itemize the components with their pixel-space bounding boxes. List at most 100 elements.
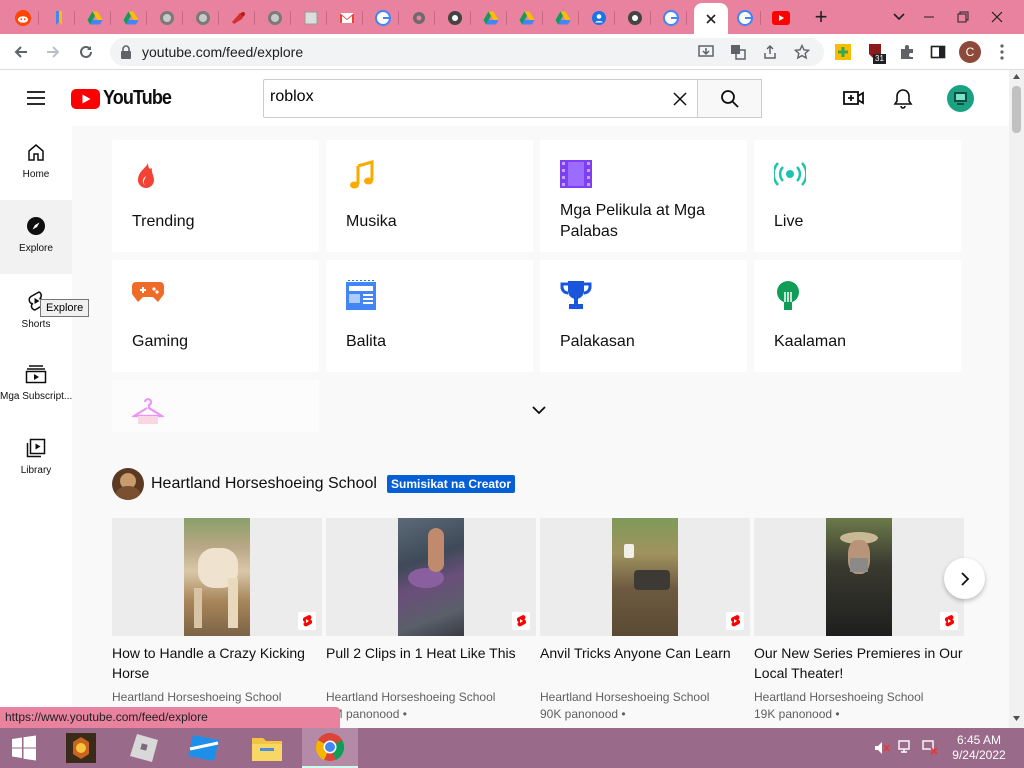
tab-search-button[interactable]: [882, 0, 916, 34]
category-music[interactable]: Musika: [326, 140, 533, 252]
notifications-bell-icon[interactable]: [893, 88, 913, 110]
category-sports[interactable]: Palakasan: [540, 260, 747, 372]
reload-button[interactable]: [72, 38, 100, 66]
new-tab-button[interactable]: +: [804, 0, 838, 34]
volume-muted-icon[interactable]: [874, 741, 890, 755]
video-title[interactable]: How to Handle a Crazy Kicking Horse: [112, 643, 322, 683]
video-card[interactable]: Pull 2 Clips in 1 Heat Like This Heartla…: [326, 518, 536, 721]
youtube-logo[interactable]: YouTube: [71, 87, 179, 110]
system-clock[interactable]: 6:45 AM 9/24/2022: [944, 733, 1014, 763]
close-icon[interactable]: [705, 13, 717, 25]
tab-globe-1[interactable]: [150, 4, 183, 32]
back-button[interactable]: [7, 38, 35, 66]
video-card[interactable]: Anvil Tricks Anyone Can Learn Heartland …: [540, 518, 750, 721]
scrollbar-thumb[interactable]: [1012, 86, 1021, 133]
tab-page[interactable]: [294, 4, 327, 32]
tab-drive-1[interactable]: [78, 4, 111, 32]
minimize-button[interactable]: [912, 0, 946, 34]
side-panel-button[interactable]: [924, 38, 952, 66]
rail-item-explore[interactable]: Explore: [0, 200, 72, 274]
tab-drive-3[interactable]: [474, 4, 507, 32]
tab-drive-4[interactable]: [510, 4, 543, 32]
category-gaming[interactable]: Gaming: [112, 260, 319, 372]
category-fashion[interactable]: [112, 380, 319, 432]
video-channel[interactable]: Heartland Horseshoeing School: [326, 690, 536, 704]
tab-active-close[interactable]: [694, 3, 728, 34]
taskbar-roblox[interactable]: [120, 728, 168, 768]
video-thumbnail[interactable]: [326, 518, 536, 636]
carousel-next-button[interactable]: [944, 558, 985, 599]
search-button[interactable]: [697, 79, 762, 118]
taskbar-roblox-studio[interactable]: [180, 728, 228, 768]
scroll-down-icon[interactable]: [1013, 716, 1020, 721]
translate-icon[interactable]: [730, 44, 746, 60]
start-button[interactable]: [0, 728, 48, 768]
extension-2[interactable]: 31: [861, 38, 889, 66]
tab-settings[interactable]: [402, 4, 435, 32]
search-box[interactable]: [263, 79, 697, 118]
scroll-up-icon[interactable]: [1013, 74, 1020, 79]
page-scrollbar[interactable]: [1009, 70, 1024, 728]
tab-globe-2[interactable]: [186, 4, 219, 32]
tab-chrome-1[interactable]: [438, 4, 471, 32]
search-input[interactable]: [270, 88, 660, 106]
star-icon[interactable]: [794, 44, 810, 60]
video-card[interactable]: Our New Series Premieres in Our Local Th…: [754, 518, 964, 721]
tab-drive-5[interactable]: [546, 4, 579, 32]
network-icon[interactable]: [898, 740, 914, 755]
share-icon[interactable]: [762, 44, 778, 60]
tab-account[interactable]: [582, 4, 615, 32]
close-window-button[interactable]: [980, 0, 1014, 34]
create-video-icon[interactable]: [843, 89, 865, 107]
tab-game[interactable]: [222, 4, 255, 32]
extension-1[interactable]: [829, 38, 857, 66]
tab-youtube[interactable]: [764, 4, 797, 32]
video-thumbnail[interactable]: [754, 518, 964, 636]
taskbar-file-explorer[interactable]: [243, 728, 291, 768]
forward-button[interactable]: [39, 38, 67, 66]
tab-gmail[interactable]: [330, 4, 363, 32]
video-channel[interactable]: Heartland Horseshoeing School: [754, 690, 964, 704]
video-title[interactable]: Our New Series Premieres in Our Local Th…: [754, 643, 964, 683]
tab-globe-3[interactable]: [258, 4, 291, 32]
category-live[interactable]: Live: [754, 140, 961, 252]
video-title[interactable]: Pull 2 Clips in 1 Heat Like This: [326, 643, 536, 683]
category-learning[interactable]: Kaalaman: [754, 260, 961, 372]
tab-bookmark[interactable]: [42, 4, 75, 32]
address-bar[interactable]: youtube.com/feed/explore: [110, 38, 824, 66]
tab-google-3[interactable]: [728, 4, 761, 32]
category-trending[interactable]: Trending: [112, 140, 319, 252]
taskbar-game-app[interactable]: [57, 728, 105, 768]
channel-name[interactable]: Heartland Horseshoeing School: [151, 475, 377, 493]
restore-button[interactable]: [946, 0, 980, 34]
video-channel[interactable]: Heartland Horseshoeing School: [540, 690, 750, 704]
tab-chrome-2[interactable]: [618, 4, 651, 32]
video-title[interactable]: Anvil Tricks Anyone Can Learn: [540, 643, 750, 683]
channel-avatar[interactable]: [112, 468, 144, 500]
category-news[interactable]: Balita: [326, 260, 533, 372]
rail-item-subscriptions[interactable]: Mga Subscript...: [0, 348, 72, 422]
video-channel[interactable]: Heartland Horseshoeing School: [112, 690, 322, 704]
account-avatar[interactable]: [947, 85, 974, 112]
tab-reddit[interactable]: [6, 4, 39, 32]
extensions-button[interactable]: [893, 38, 921, 66]
clear-search-icon[interactable]: [673, 92, 687, 106]
menu-button[interactable]: [988, 38, 1016, 66]
video-card[interactable]: How to Handle a Crazy Kicking Horse Hear…: [112, 518, 322, 704]
rail-item-home[interactable]: Home: [0, 126, 72, 200]
profile-button[interactable]: C: [956, 38, 984, 66]
clock-time: 6:45 AM: [956, 733, 1002, 747]
video-thumbnail[interactable]: [540, 518, 750, 636]
youtube-page: YouTube Home Explore Shorts Mga Subscrip…: [0, 70, 1009, 728]
category-movies[interactable]: Mga Pelikula at Mga Palabas: [540, 140, 747, 252]
tab-drive-2[interactable]: [114, 4, 147, 32]
video-thumbnail[interactable]: [112, 518, 322, 636]
tab-google-1[interactable]: [366, 4, 399, 32]
rail-item-library[interactable]: Library: [0, 422, 72, 496]
hamburger-menu-icon[interactable]: [26, 90, 46, 106]
notification-error-icon[interactable]: [922, 740, 938, 755]
tab-google-2[interactable]: [654, 4, 687, 32]
install-app-icon[interactable]: [698, 44, 714, 60]
expand-more-icon[interactable]: [532, 406, 546, 415]
taskbar-chrome[interactable]: [302, 728, 358, 768]
